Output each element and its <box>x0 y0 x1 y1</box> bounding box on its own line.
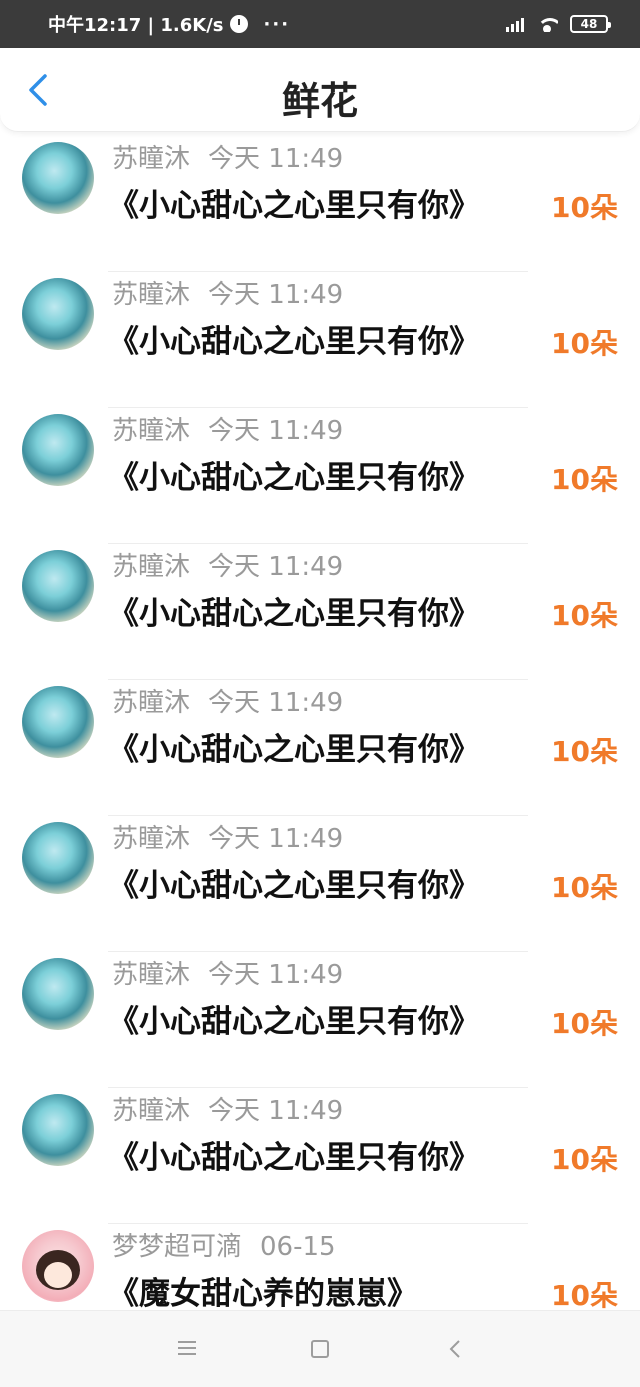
system-nav-bar <box>0 1310 640 1387</box>
item-meta: 苏瞳沐 今天 11:49 <box>112 954 343 991</box>
user-name[interactable]: 梦梦超可滴 <box>112 1232 242 1262</box>
user-name[interactable]: 苏瞳沐 <box>112 688 190 718</box>
item-time: 今天 11:49 <box>208 960 344 990</box>
list-item[interactable]: 苏瞳沐 今天 11:49 《小心甜心之心里只有你》 10朵 <box>0 1088 640 1224</box>
flower-list[interactable]: 苏瞳沐 今天 11:49 《小心甜心之心里只有你》 10朵 苏瞳沐 今天 11:49… <box>0 132 640 1310</box>
book-title[interactable]: 《小心甜心之心里只有你》 <box>108 588 480 633</box>
item-time: 今天 11:49 <box>208 144 344 174</box>
flower-count: 10朵 <box>551 327 618 360</box>
avatar[interactable] <box>22 686 94 758</box>
nav-back-icon[interactable] <box>448 1339 462 1359</box>
flower-count: 10朵 <box>551 735 618 768</box>
more-dots-icon: ··· <box>263 13 291 35</box>
list-item[interactable]: 苏瞳沐 今天 11:49 《小心甜心之心里只有你》 10朵 <box>0 408 640 544</box>
status-right: 48 <box>506 15 611 33</box>
book-title[interactable]: 《魔女甜心养的崽崽》 <box>108 1268 418 1310</box>
signal-icon <box>506 16 524 32</box>
user-name[interactable]: 苏瞳沐 <box>112 144 190 174</box>
flower-count: 10朵 <box>551 191 618 224</box>
avatar[interactable] <box>22 550 94 622</box>
item-time: 今天 11:49 <box>208 280 344 310</box>
user-name[interactable]: 苏瞳沐 <box>112 416 190 446</box>
avatar[interactable] <box>22 822 94 894</box>
item-meta: 苏瞳沐 今天 11:49 <box>112 546 343 583</box>
list-item[interactable]: 苏瞳沐 今天 11:49 《小心甜心之心里只有你》 10朵 <box>0 544 640 680</box>
item-meta: 梦梦超可滴 06-15 <box>112 1226 336 1263</box>
item-time: 今天 11:49 <box>208 552 344 582</box>
battery-level: 48 <box>580 17 598 31</box>
flower-count: 10朵 <box>551 871 618 904</box>
avatar[interactable] <box>22 278 94 350</box>
battery-icon: 48 <box>570 15 611 33</box>
flower-count: 10朵 <box>551 1279 618 1310</box>
user-name[interactable]: 苏瞳沐 <box>112 552 190 582</box>
list-item[interactable]: 梦梦超可滴 06-15 《魔女甜心养的崽崽》 10朵 <box>0 1224 640 1310</box>
item-time: 今天 11:49 <box>208 688 344 718</box>
header: 鲜花 <box>0 48 640 132</box>
book-title[interactable]: 《小心甜心之心里只有你》 <box>108 452 480 497</box>
list-item[interactable]: 苏瞳沐 今天 11:49 《小心甜心之心里只有你》 10朵 <box>0 272 640 408</box>
user-name[interactable]: 苏瞳沐 <box>112 824 190 854</box>
avatar-face <box>44 1262 72 1288</box>
book-title[interactable]: 《小心甜心之心里只有你》 <box>108 724 480 769</box>
home-icon[interactable] <box>311 1340 329 1358</box>
avatar[interactable] <box>22 1094 94 1166</box>
avatar[interactable] <box>22 414 94 486</box>
user-name[interactable]: 苏瞳沐 <box>112 1096 190 1126</box>
user-name[interactable]: 苏瞳沐 <box>112 960 190 990</box>
flower-count: 10朵 <box>551 599 618 632</box>
book-title[interactable]: 《小心甜心之心里只有你》 <box>108 996 480 1041</box>
menu-icon[interactable] <box>178 1341 196 1355</box>
item-meta: 苏瞳沐 今天 11:49 <box>112 818 343 855</box>
item-time: 今天 11:49 <box>208 1096 344 1126</box>
item-meta: 苏瞳沐 今天 11:49 <box>112 410 343 447</box>
list-item[interactable]: 苏瞳沐 今天 11:49 《小心甜心之心里只有你》 10朵 <box>0 136 640 272</box>
list-item[interactable]: 苏瞳沐 今天 11:49 《小心甜心之心里只有你》 10朵 <box>0 816 640 952</box>
book-title[interactable]: 《小心甜心之心里只有你》 <box>108 860 480 905</box>
avatar[interactable] <box>22 1230 94 1302</box>
item-time: 今天 11:49 <box>208 824 344 854</box>
item-time: 今天 11:49 <box>208 416 344 446</box>
flower-count: 10朵 <box>551 1007 618 1040</box>
item-meta: 苏瞳沐 今天 11:49 <box>112 138 343 175</box>
wifi-icon <box>536 16 558 32</box>
book-title[interactable]: 《小心甜心之心里只有你》 <box>108 1132 480 1177</box>
book-title[interactable]: 《小心甜心之心里只有你》 <box>108 180 480 225</box>
avatar[interactable] <box>22 958 94 1030</box>
alarm-icon <box>229 15 248 33</box>
item-meta: 苏瞳沐 今天 11:49 <box>112 1090 343 1127</box>
status-time: 中午12:17 | 1.6K/s <box>48 15 224 36</box>
status-bar: 中午12:17 | 1.6K/s ··· 48 <box>0 0 640 48</box>
list-item[interactable]: 苏瞳沐 今天 11:49 《小心甜心之心里只有你》 10朵 <box>0 952 640 1088</box>
book-title[interactable]: 《小心甜心之心里只有你》 <box>108 316 480 361</box>
item-meta: 苏瞳沐 今天 11:49 <box>112 274 343 311</box>
flower-count: 10朵 <box>551 463 618 496</box>
item-meta: 苏瞳沐 今天 11:49 <box>112 682 343 719</box>
list-item[interactable]: 苏瞳沐 今天 11:49 《小心甜心之心里只有你》 10朵 <box>0 680 640 816</box>
status-left: 中午12:17 | 1.6K/s ··· <box>48 11 290 37</box>
flower-count: 10朵 <box>551 1143 618 1176</box>
item-time: 06-15 <box>260 1232 336 1262</box>
avatar[interactable] <box>22 142 94 214</box>
page-title: 鲜花 <box>281 79 358 123</box>
user-name[interactable]: 苏瞳沐 <box>112 280 190 310</box>
